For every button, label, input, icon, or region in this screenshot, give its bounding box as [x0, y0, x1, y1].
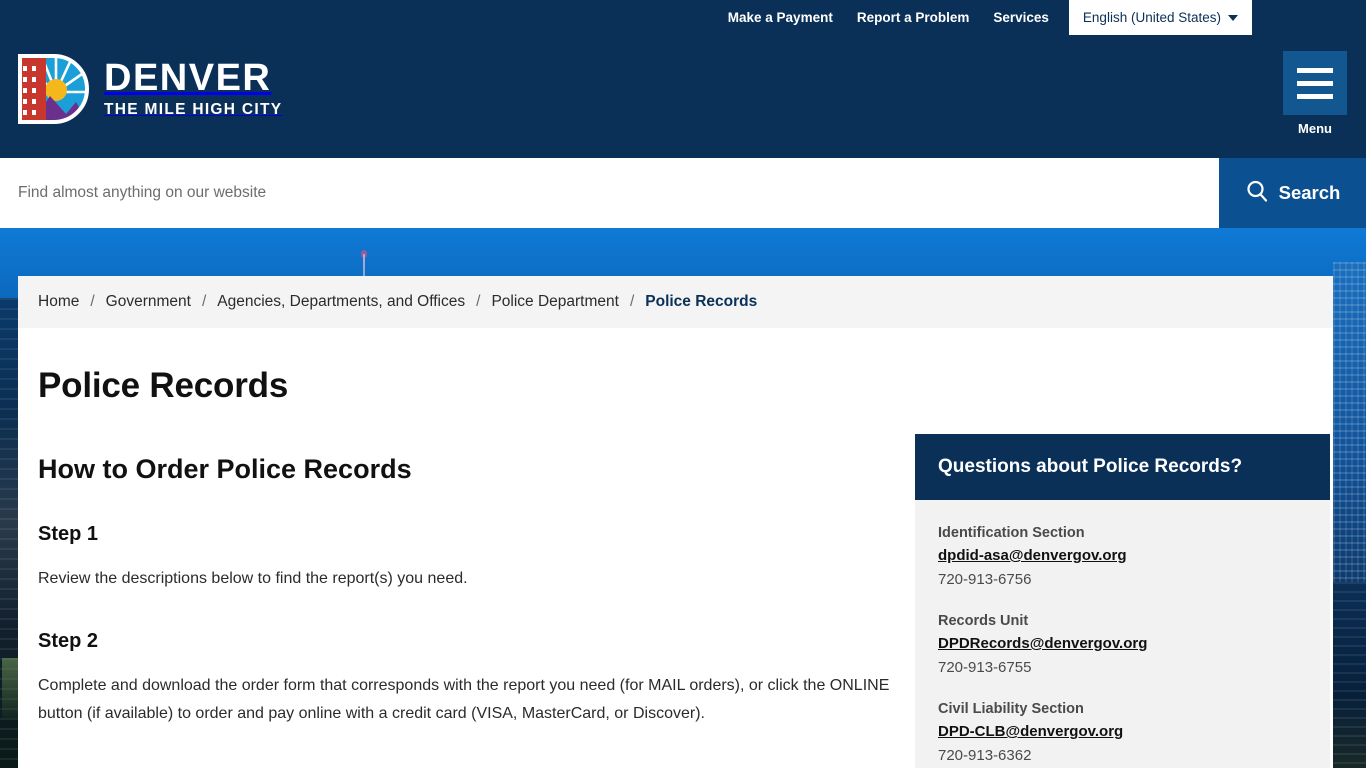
language-selector-label: English (United States)	[1082, 10, 1221, 25]
contact-name: Identification Section	[938, 525, 1085, 541]
page-title: Police Records	[38, 366, 289, 405]
contact-records-unit: Records Unit DPDRecords@denvergov.org 72…	[938, 610, 1307, 680]
denver-d-logo-icon	[16, 52, 90, 126]
site-logo-link[interactable]: DENVER THE MILE HIGH CITY	[16, 52, 282, 126]
site-masthead: DENVER THE MILE HIGH CITY Menu	[0, 35, 1366, 158]
utility-link-services[interactable]: Services	[981, 0, 1061, 35]
search-button[interactable]: Search	[1219, 158, 1366, 228]
wordmark-tagline: THE MILE HIGH CITY	[104, 100, 283, 118]
step-1-heading: Step 1	[38, 523, 99, 545]
breadcrumb-separator: /	[90, 293, 95, 310]
step-1-text: Review the descriptions below to find th…	[38, 570, 468, 587]
utility-navigation-bar: Make a Payment Report a Problem Services…	[0, 0, 1366, 35]
utility-link-report-a-problem[interactable]: Report a Problem	[845, 0, 982, 35]
contact-phone: 720-913-6362	[938, 747, 1032, 764]
contact-phone: 720-913-6756	[938, 571, 1032, 588]
utility-link-make-a-payment[interactable]: Make a Payment	[716, 0, 845, 35]
questions-card-body: Identification Section dpdid-asa@denverg…	[915, 500, 1330, 768]
breadcrumb-item-government[interactable]: Government	[106, 293, 191, 311]
content-grid: Police Records How to Order Police Recor…	[18, 328, 1333, 768]
breadcrumb-item-police-department[interactable]: Police Department	[491, 293, 619, 311]
hero-cityscape-left-glow	[2, 658, 18, 718]
menu-button[interactable]: Menu	[1283, 51, 1347, 136]
contact-phone: 720-913-6755	[938, 659, 1032, 676]
questions-card-title: Questions about Police Records?	[915, 434, 1330, 500]
contact-email-link[interactable]: DPD-CLB@denvergov.org	[938, 720, 1123, 744]
breadcrumb-separator: /	[629, 293, 635, 310]
site-search-bar: Search	[0, 158, 1366, 228]
contact-email-link[interactable]: dpdid-asa@denvergov.org	[938, 544, 1127, 568]
breadcrumb-separator: /	[201, 293, 207, 310]
breadcrumb-item-home[interactable]: Home	[38, 293, 79, 311]
contact-name: Civil Liability Section	[938, 701, 1084, 717]
page-root: Make a Payment Report a Problem Services…	[0, 0, 1366, 768]
contact-email-link[interactable]: DPDRecords@denvergov.org	[938, 632, 1147, 656]
hamburger-menu-icon	[1283, 51, 1347, 115]
search-input[interactable]	[0, 158, 1219, 228]
breadcrumb-separator: /	[476, 293, 481, 310]
contact-civil-liability-section: Civil Liability Section DPD-CLB@denvergo…	[938, 698, 1307, 768]
chevron-down-icon	[1228, 14, 1238, 21]
menu-button-label: Menu	[1298, 121, 1332, 136]
step-2-text: Complete and download the order form tha…	[38, 677, 890, 722]
step-2-heading: Step 2	[38, 630, 99, 652]
breadcrumb: Home / Government / Agencies, Department…	[18, 276, 1333, 328]
contact-identification-section: Identification Section dpdid-asa@denverg…	[938, 522, 1307, 592]
contact-name: Records Unit	[938, 613, 1029, 629]
utility-links: Make a Payment Report a Problem Services	[716, 0, 1061, 35]
breadcrumb-item-current: Police Records	[645, 293, 758, 310]
main-content-column: Police Records How to Order Police Recor…	[38, 328, 915, 768]
search-icon	[1245, 179, 1269, 208]
section-heading-how-to-order: How to Order Police Records	[38, 454, 412, 484]
wordmark-denver: DENVER	[104, 56, 272, 99]
questions-card: Questions about Police Records? Identifi…	[915, 434, 1330, 768]
search-button-label: Search	[1278, 182, 1341, 203]
language-selector[interactable]: English (United States)	[1068, 0, 1252, 35]
content-container: Home / Government / Agencies, Department…	[18, 276, 1333, 768]
hero-building-right-lower	[1333, 582, 1366, 768]
hero-skyscraper-right	[1333, 262, 1366, 582]
breadcrumb-item-agencies[interactable]: Agencies, Departments, and Offices	[217, 293, 465, 311]
wordmark: DENVER THE MILE HIGH CITY	[104, 59, 282, 120]
sidebar-column: Questions about Police Records? Identifi…	[915, 328, 1330, 768]
